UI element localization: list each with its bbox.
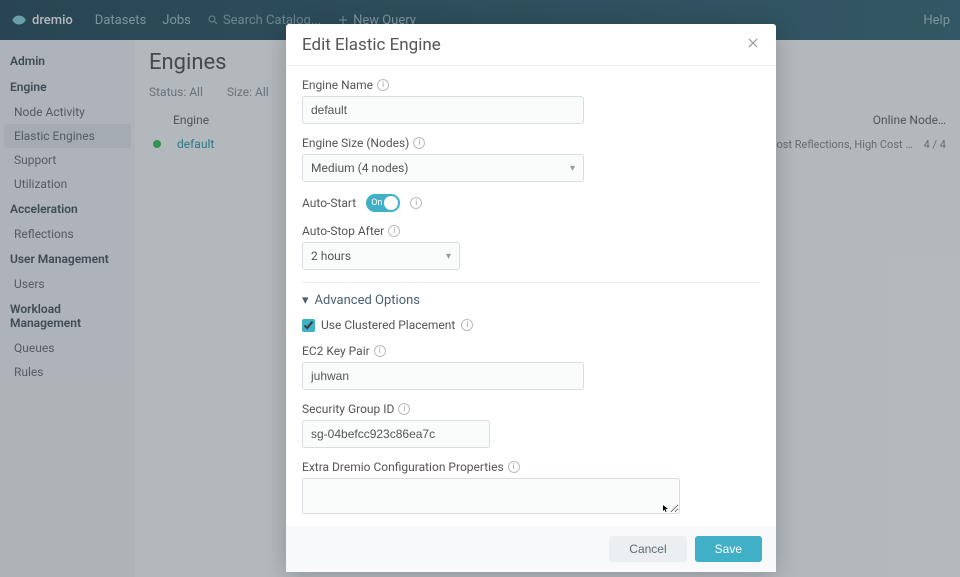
close-icon bbox=[746, 36, 760, 50]
engine-size-label: Engine Size (Nodes) i bbox=[302, 136, 760, 150]
cancel-button[interactable]: Cancel bbox=[609, 536, 686, 562]
save-button[interactable]: Save bbox=[695, 536, 762, 562]
info-icon[interactable]: i bbox=[377, 79, 389, 91]
auto-start-toggle[interactable]: On bbox=[366, 194, 400, 212]
chevron-down-icon: ▾ bbox=[302, 293, 309, 308]
info-icon[interactable]: i bbox=[461, 319, 473, 331]
info-icon[interactable]: i bbox=[388, 225, 400, 237]
engine-name-label: Engine Name i bbox=[302, 78, 760, 92]
info-icon[interactable]: i bbox=[413, 137, 425, 149]
sg-label: Security Group ID i bbox=[302, 402, 760, 416]
engine-name-input[interactable] bbox=[302, 96, 584, 124]
modal-title: Edit Elastic Engine bbox=[302, 35, 441, 55]
toggle-knob bbox=[384, 196, 398, 210]
info-icon[interactable]: i bbox=[508, 461, 520, 473]
ec2-key-pair-input[interactable] bbox=[302, 362, 584, 390]
divider bbox=[302, 282, 760, 283]
info-icon[interactable]: i bbox=[374, 345, 386, 357]
ec2-label: EC2 Key Pair i bbox=[302, 344, 760, 358]
chevron-down-icon: ▾ bbox=[446, 251, 451, 262]
edit-engine-modal: Edit Elastic Engine Engine Name i Engine… bbox=[286, 24, 776, 572]
auto-stop-select[interactable]: 2 hours ▾ bbox=[302, 242, 460, 270]
auto-start-label: Auto-Start bbox=[302, 196, 356, 210]
clustered-placement-checkbox[interactable] bbox=[302, 319, 315, 332]
auto-stop-label: Auto-Stop After i bbox=[302, 224, 760, 238]
advanced-options-toggle[interactable]: ▾ Advanced Options bbox=[302, 293, 760, 308]
modal-body: Engine Name i Engine Size (Nodes) i Medi… bbox=[286, 66, 776, 526]
modal-header: Edit Elastic Engine bbox=[286, 24, 776, 66]
extra-props-label: Extra Dremio Configuration Properties i bbox=[302, 460, 760, 474]
info-icon[interactable]: i bbox=[410, 197, 422, 209]
chevron-down-icon: ▾ bbox=[570, 163, 575, 174]
engine-size-select[interactable]: Medium (4 nodes) ▾ bbox=[302, 154, 584, 182]
clustered-placement-label: Use Clustered Placement bbox=[321, 318, 455, 332]
modal-overlay[interactable]: Edit Elastic Engine Engine Name i Engine… bbox=[0, 0, 960, 577]
security-group-input[interactable] bbox=[302, 420, 490, 448]
extra-props-textarea[interactable] bbox=[302, 478, 680, 514]
modal-close-button[interactable] bbox=[746, 34, 760, 55]
modal-footer: Cancel Save bbox=[286, 526, 776, 572]
info-icon[interactable]: i bbox=[398, 403, 410, 415]
